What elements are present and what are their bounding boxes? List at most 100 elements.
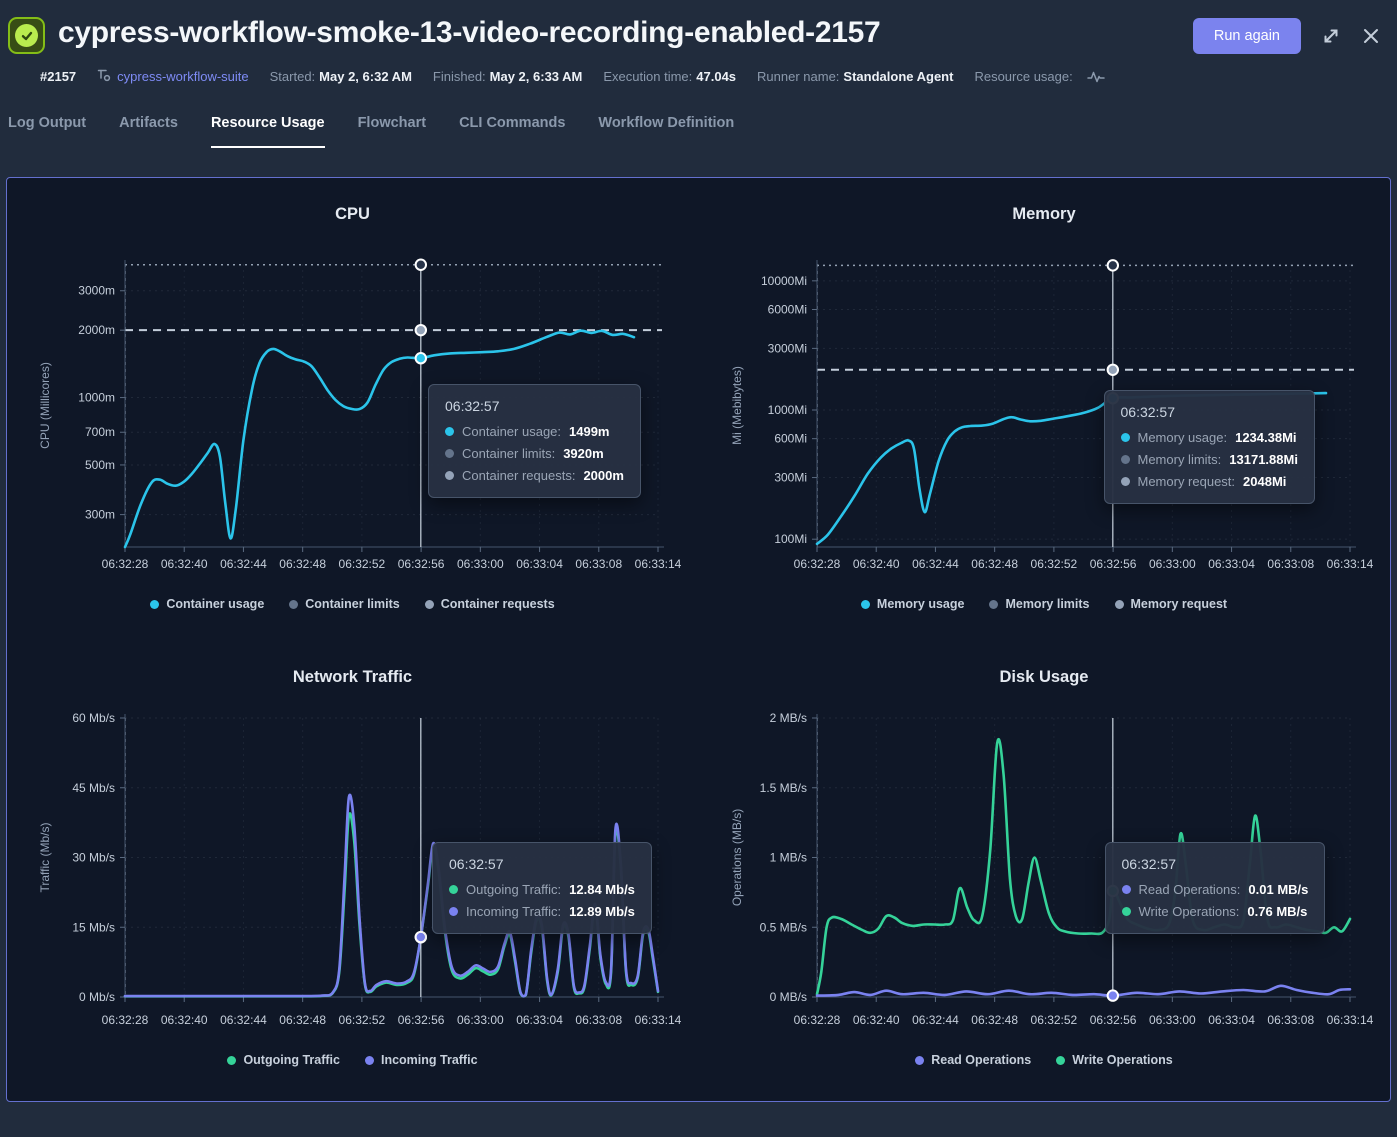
x-tick-label: 06:32:44 [220, 1013, 267, 1027]
legend-item-read-operations[interactable]: Read Operations [915, 1053, 1031, 1067]
legend-item-memory-request[interactable]: Memory request [1115, 597, 1228, 611]
memory-chart[interactable]: Memory100Mi300Mi600Mi1000Mi3000Mi6000Mi1… [699, 178, 1390, 634]
tooltip-series-label: Outgoing Traffic: [466, 882, 561, 897]
x-tick-label: 06:32:56 [1089, 557, 1136, 571]
tooltip-row: Memory request:2048Mi [1121, 474, 1298, 489]
tooltip-series-value: 12.89 Mb/s [569, 904, 635, 919]
tab-log-output[interactable]: Log Output [8, 115, 86, 148]
y-tick-label: 300Mi [774, 471, 807, 485]
y-tick-label: 1.5 MB/s [759, 781, 806, 795]
disk-usage-chart[interactable]: Disk Usage0 MB/s0.5 MB/s1 MB/s1.5 MB/s2 … [699, 634, 1390, 1101]
y-tick-label: 15 Mb/s [72, 920, 115, 934]
tab-cli-commands[interactable]: CLI Commands [459, 115, 565, 148]
legend-item-container-usage[interactable]: Container usage [150, 597, 264, 611]
y-tick-label: 1 MB/s [769, 851, 806, 865]
tab-workflow-definition[interactable]: Workflow Definition [598, 115, 734, 148]
series-dot-icon [1122, 885, 1131, 894]
tooltip-series-value: 13171.88Mi [1229, 452, 1298, 467]
disk-series-read-operations [817, 986, 1350, 996]
x-tick-label: 06:33:14 [1326, 1013, 1373, 1027]
tooltip-series-value: 12.84 Mb/s [569, 882, 635, 897]
series-dot-icon [1122, 907, 1131, 916]
y-axis-label: Traffic (Mb/s) [38, 822, 52, 892]
cpu-chart[interactable]: CPU300m500m700m1000m2000m3000m06:32:2806… [7, 178, 698, 634]
close-icon[interactable] [1361, 26, 1381, 46]
tab-resource-usage[interactable]: Resource Usage [211, 115, 325, 148]
tab-artifacts[interactable]: Artifacts [119, 115, 178, 148]
x-tick-label: 06:32:48 [279, 557, 326, 571]
legend-item-memory-limits[interactable]: Memory limits [989, 597, 1089, 611]
tooltip-time: 06:32:57 [445, 398, 624, 414]
tooltip-series-value: 2000m [583, 468, 623, 483]
legend-item-incoming-traffic[interactable]: Incoming Traffic [365, 1053, 478, 1067]
y-tick-label: 6000Mi [767, 302, 806, 316]
tooltip-row: Outgoing Traffic: 12.84 Mb/s [449, 882, 635, 897]
started-value: May 2, 6:32 AM [319, 69, 412, 84]
run-again-button[interactable]: Run again [1193, 18, 1301, 54]
runner-name-label: Runner name: [757, 69, 839, 84]
x-tick-label: 06:32:44 [912, 1013, 959, 1027]
y-tick-label: 30 Mb/s [72, 851, 115, 865]
header-actions: Run again [1193, 18, 1381, 54]
x-tick-label: 06:33:04 [516, 557, 563, 571]
x-tick-label: 06:33:00 [1148, 557, 1195, 571]
y-tick-label: 0.5 MB/s [759, 920, 806, 934]
tooltip-series-value: 0.76 MB/s [1247, 904, 1307, 919]
cpu-tooltip: 06:32:57 Container usage:1499m Container l… [428, 384, 641, 498]
tooltip-series-label: Container requests: [462, 468, 575, 483]
x-tick-label: 06:32:28 [102, 557, 149, 571]
series-dot-icon [449, 885, 458, 894]
x-tick-label: 06:32:56 [1089, 1013, 1136, 1027]
y-tick-label: 45 Mb/s [72, 781, 115, 795]
x-tick-label: 06:33:14 [635, 1013, 682, 1027]
legend-dot-icon [1056, 1056, 1065, 1065]
memory-tooltip: 06:32:57Memory usage:1234.38MiMemory lim… [1104, 390, 1315, 504]
expand-icon[interactable] [1321, 26, 1341, 46]
network-traffic-chart[interactable]: Network Traffic0 Mb/s15 Mb/s30 Mb/s45 Mb… [7, 634, 698, 1101]
resource-usage-icon[interactable] [1087, 70, 1105, 84]
finished-label: Finished: [433, 69, 486, 84]
x-tick-label: 06:32:40 [161, 557, 208, 571]
legend-item-container-requests[interactable]: Container requests [425, 597, 555, 611]
tooltip-series-label: Read Operations: [1139, 882, 1241, 897]
tooltip-series-value: 1234.38Mi [1235, 430, 1296, 445]
tab-flowchart[interactable]: Flowchart [358, 115, 426, 148]
x-tick-label: 06:33:00 [1148, 1013, 1195, 1027]
y-tick-label: 100Mi [774, 532, 807, 546]
legend-label: Incoming Traffic [381, 1053, 478, 1067]
disk-tooltip: 06:32:57Read Operations:0.01 MB/sWrite O… [1105, 842, 1326, 934]
legend-item-outgoing-traffic[interactable]: Outgoing Traffic [227, 1053, 340, 1067]
y-tick-label: 700m [85, 425, 115, 439]
workflow-suite-link[interactable]: cypress-workflow-suite [117, 69, 248, 84]
y-tick-label: 1000Mi [767, 403, 806, 417]
tooltip-series-label: Incoming Traffic: [466, 904, 561, 919]
tooltip-series-label: Memory usage: [1138, 430, 1228, 445]
started-label: Started: [270, 69, 316, 84]
legend-dot-icon [425, 600, 434, 609]
workflow-run-page: cypress-workflow-smoke-13-video-recordin… [0, 0, 1397, 1102]
tooltip-row: Container limits:3920m [445, 446, 624, 461]
network-tooltip: 06:32:57Outgoing Traffic:12.84 Mb/sIncom… [432, 842, 652, 934]
y-tick-label: 300m [85, 508, 115, 522]
legend-label: Read Operations [931, 1053, 1031, 1067]
legend-dot-icon [150, 600, 159, 609]
series-dot-icon [445, 471, 454, 480]
y-axis-label: Mi (Mebibytes) [730, 366, 744, 445]
legend-item-container-limits[interactable]: Container limits [289, 597, 399, 611]
x-tick-label: 06:33:08 [575, 1013, 622, 1027]
legend-item-memory-usage[interactable]: Memory usage [861, 597, 965, 611]
legend-item-write-operations[interactable]: Write Operations [1056, 1053, 1172, 1067]
x-tick-label: 06:32:48 [971, 557, 1018, 571]
tooltip-series-value: 2048Mi [1243, 474, 1286, 489]
cpu-legend: Container usage Container limits Container… [7, 597, 698, 611]
x-tick-label: 06:32:40 [161, 1013, 208, 1027]
tooltip-row: Memory limits:13171.88Mi [1121, 452, 1298, 467]
header: cypress-workflow-smoke-13-video-recordin… [0, 0, 1397, 54]
y-tick-label: 2 MB/s [769, 711, 806, 725]
tooltip-row: Container usage:1499m [445, 424, 624, 439]
resource-usage-label: Resource usage: [974, 69, 1072, 84]
crosshair-marker [416, 325, 426, 335]
charts-grid: CPU300m500m700m1000m2000m3000m06:32:2806… [7, 178, 1390, 1101]
tooltip-series-label: Container limits: [462, 446, 555, 461]
tooltip-row: Memory usage: 1234.38Mi [1121, 430, 1298, 445]
